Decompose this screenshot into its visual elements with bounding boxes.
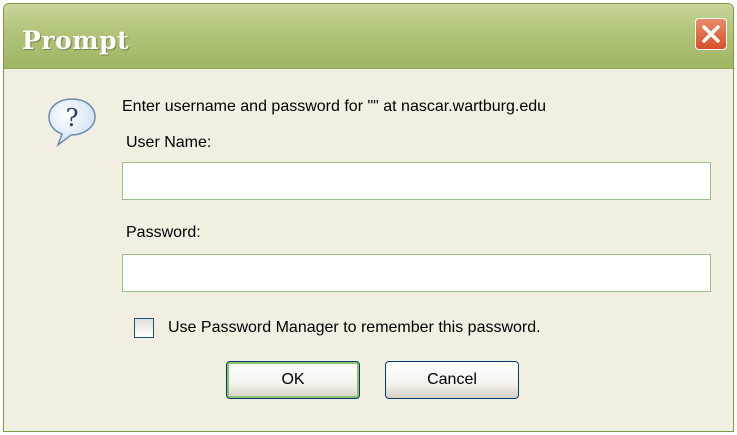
title-bar[interactable]: Prompt (4, 4, 733, 69)
remember-password-label[interactable]: Use Password Manager to remember this pa… (168, 319, 541, 337)
password-label: Password: (126, 224, 201, 241)
username-field[interactable] (122, 162, 711, 200)
username-label: User Name: (126, 134, 212, 151)
close-button[interactable] (695, 18, 727, 50)
password-field[interactable] (122, 254, 711, 292)
dialog-body: ? Enter username and password for "" at … (4, 69, 733, 431)
cancel-button[interactable]: Cancel (385, 361, 519, 399)
window-title: Prompt (22, 26, 130, 55)
prompt-dialog: Prompt ? Enter username and password for… (3, 3, 734, 432)
ok-button[interactable]: OK (226, 361, 360, 399)
svg-text:?: ? (66, 104, 79, 132)
question-icon: ? (48, 98, 96, 148)
close-icon (702, 25, 720, 43)
prompt-message: Enter username and password for "" at na… (122, 98, 547, 115)
remember-password-checkbox[interactable] (134, 318, 154, 338)
